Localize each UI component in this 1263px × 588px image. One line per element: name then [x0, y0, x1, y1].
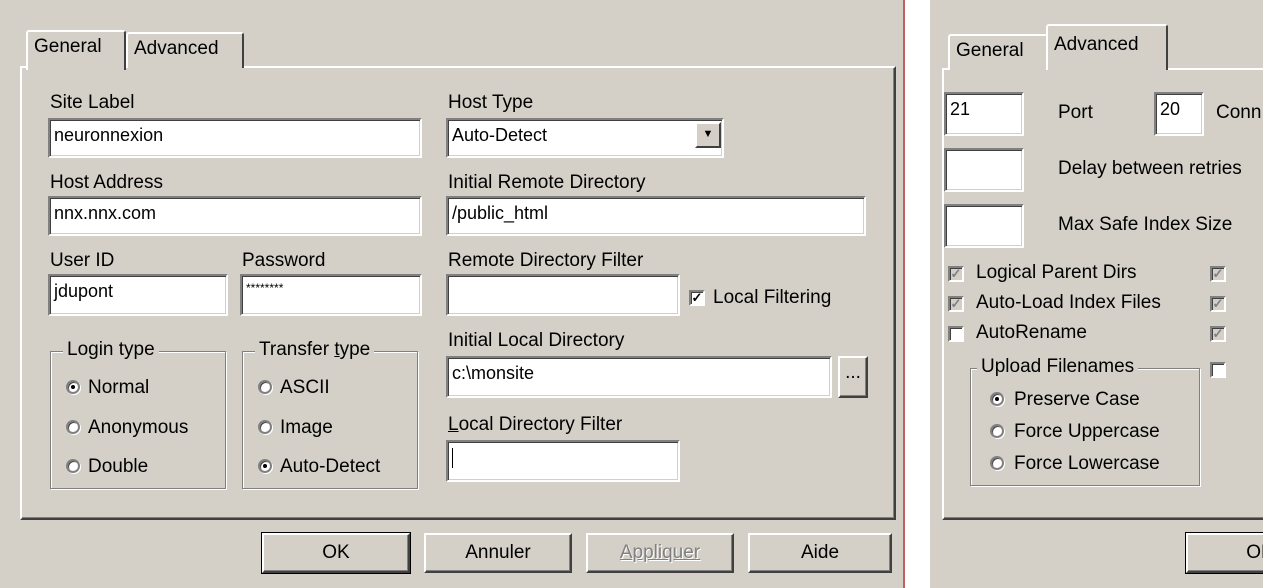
- login-normal-label[interactable]: Normal: [88, 377, 149, 399]
- help-button[interactable]: Aide: [748, 533, 892, 573]
- initial-remote-dir-label: Initial Remote Directory: [448, 172, 646, 193]
- tab-advanced-2[interactable]: Advanced: [1046, 24, 1168, 70]
- local-filtering-checkbox[interactable]: ✓: [689, 290, 705, 306]
- ok-button[interactable]: OK: [261, 532, 411, 574]
- delay-input[interactable]: [944, 148, 1024, 192]
- transfer-autodetect-radio[interactable]: [258, 459, 272, 473]
- autorename-label[interactable]: AutoRename: [976, 322, 1087, 344]
- local-filtering-label[interactable]: Local Filtering: [713, 287, 831, 309]
- force-lowercase-label[interactable]: Force Lowercase: [1014, 453, 1160, 475]
- remote-dir-filter-label: Remote Directory Filter: [448, 250, 644, 271]
- site-label-input[interactable]: neuronnexion: [48, 118, 422, 158]
- force-lowercase-radio[interactable]: [990, 456, 1004, 470]
- auto-load-index-label[interactable]: Auto-Load Index Files: [976, 292, 1161, 314]
- login-double-radio[interactable]: [66, 459, 80, 473]
- force-uppercase-radio[interactable]: [990, 424, 1004, 438]
- host-address-input[interactable]: nnx.nnx.com: [48, 196, 422, 236]
- tab-advanced[interactable]: Advanced: [126, 32, 244, 68]
- tab-general[interactable]: General: [26, 30, 126, 70]
- initial-remote-dir-input[interactable]: /public_html: [446, 196, 866, 236]
- host-address-label: Host Address: [50, 172, 163, 193]
- auto-load-index-checkbox[interactable]: ✓: [948, 296, 964, 312]
- remote-dir-filter-input[interactable]: [446, 274, 680, 316]
- host-type-value: Auto-Detect: [452, 125, 548, 145]
- autorename-checkbox[interactable]: [948, 326, 964, 342]
- login-double-label[interactable]: Double: [88, 456, 148, 478]
- password-label: Password: [242, 250, 326, 271]
- extra-checkbox-1[interactable]: ✓: [1210, 266, 1226, 282]
- transfer-ascii-label[interactable]: ASCII: [280, 377, 330, 399]
- host-type-label: Host Type: [448, 92, 534, 113]
- dialog-right-separator: [903, 0, 905, 588]
- password-input[interactable]: ********: [240, 274, 422, 316]
- login-normal-radio[interactable]: [66, 380, 80, 394]
- site-properties-dialog-general: General Advanced Site Label neuronnexion…: [0, 0, 905, 588]
- apply-label: Appliquer: [619, 542, 701, 563]
- upload-filenames-title: Upload Filenames: [977, 356, 1139, 378]
- conn-input[interactable]: 20: [1154, 92, 1204, 136]
- extra-checkbox-2[interactable]: ✓: [1210, 296, 1226, 312]
- chevron-down-icon[interactable]: ▼: [695, 122, 721, 148]
- logical-parent-dirs-label[interactable]: Logical Parent Dirs: [976, 262, 1137, 284]
- port-label: Port: [1058, 102, 1093, 123]
- user-id-label: User ID: [50, 250, 115, 271]
- local-dir-filter-label: Local Directory Filter: [448, 414, 623, 435]
- browse-label: ...: [845, 362, 861, 383]
- tab-general-2[interactable]: General: [948, 34, 1048, 70]
- preserve-case-radio[interactable]: [990, 392, 1004, 406]
- login-anonymous-label[interactable]: Anonymous: [88, 417, 188, 439]
- local-dir-filter-input[interactable]: [446, 440, 680, 482]
- max-index-label: Max Safe Index Size: [1058, 214, 1233, 235]
- preserve-case-label[interactable]: Preserve Case: [1014, 389, 1140, 411]
- login-type-title: Login type: [63, 339, 159, 361]
- cancel-label: Annuler: [465, 542, 531, 563]
- site-label-label: Site Label: [50, 92, 135, 113]
- tab-general-2-label: General: [956, 40, 1024, 61]
- apply-button[interactable]: Appliquer: [586, 533, 734, 573]
- cancel-button[interactable]: Annuler: [424, 533, 572, 573]
- site-properties-dialog-advanced: General Advanced 21 Port 20 Conn Delay b…: [930, 0, 1263, 588]
- user-id-input[interactable]: jdupont: [48, 274, 228, 316]
- initial-local-dir-label: Initial Local Directory: [448, 330, 625, 351]
- force-uppercase-label[interactable]: Force Uppercase: [1014, 421, 1160, 443]
- ok-button-2[interactable]: OK: [1185, 532, 1263, 574]
- transfer-image-radio[interactable]: [258, 420, 272, 434]
- delay-label: Delay between retries: [1058, 158, 1242, 179]
- logical-parent-dirs-checkbox[interactable]: ✓: [948, 266, 964, 282]
- extra-checkbox-4[interactable]: [1210, 362, 1226, 378]
- tab-advanced-label: Advanced: [134, 38, 219, 59]
- transfer-image-label[interactable]: Image: [280, 417, 333, 439]
- login-anonymous-radio[interactable]: [66, 420, 80, 434]
- browse-local-dir-button[interactable]: ...: [838, 356, 868, 398]
- host-type-select[interactable]: Auto-Detect: [446, 118, 724, 158]
- tab-general-label: General: [34, 36, 102, 57]
- conn-label: Conn: [1216, 102, 1262, 123]
- ok-label: OK: [322, 542, 350, 563]
- help-label: Aide: [800, 542, 840, 563]
- ok-2-label: OK: [1246, 542, 1263, 563]
- initial-local-dir-input[interactable]: c:\monsite: [446, 356, 832, 398]
- transfer-autodetect-label[interactable]: Auto-Detect: [280, 456, 380, 478]
- transfer-ascii-radio[interactable]: [258, 380, 272, 394]
- extra-checkbox-3[interactable]: ✓: [1210, 326, 1226, 342]
- text-cursor: [452, 448, 453, 469]
- tab-advanced-2-label: Advanced: [1054, 34, 1139, 55]
- transfer-type-title: Transfer type: [255, 339, 375, 361]
- port-input[interactable]: 21: [944, 92, 1024, 136]
- max-index-input[interactable]: [944, 204, 1024, 248]
